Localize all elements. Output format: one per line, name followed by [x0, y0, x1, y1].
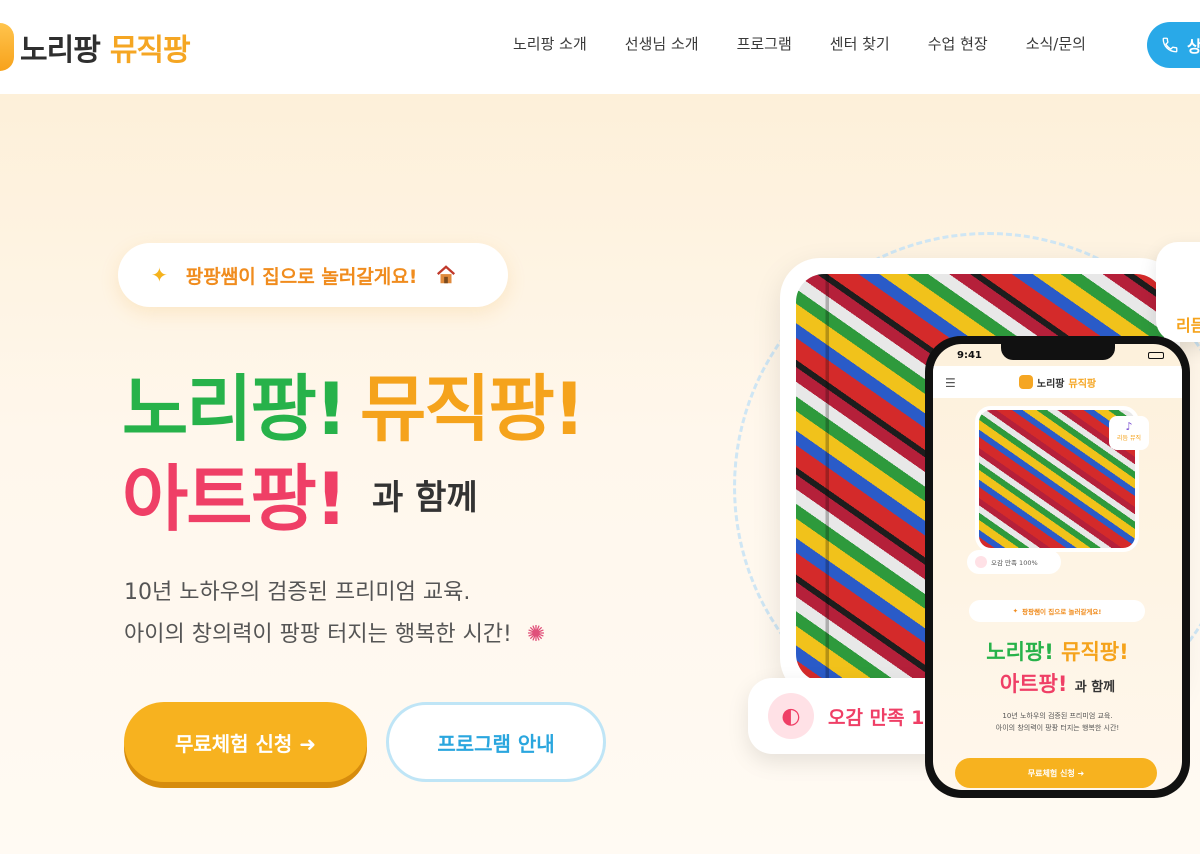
phone-music-card-text: 리듬 뮤직 — [1117, 435, 1141, 442]
consult-call-label: 상 — [1187, 37, 1200, 56]
nav-item-programs[interactable]: 프로그램 — [737, 33, 792, 54]
phone-title-noripang: 노리팡! — [986, 640, 1054, 664]
floating-side-card: 리듬 — [1156, 242, 1200, 342]
nav-item-centers[interactable]: 센터 찾기 — [830, 33, 890, 54]
phone-title-suffix: 과 함께 — [1074, 680, 1116, 695]
hero-title-musicpang: 뮤직팡! — [360, 367, 586, 451]
phone-status-time: 9:41 — [957, 350, 982, 361]
phone-logo-accent: 뮤직팡 — [1068, 378, 1097, 390]
logo-text-main: 노리팡 — [20, 33, 101, 68]
nav-item-teachers[interactable]: 선생님 소개 — [625, 33, 699, 54]
house-icon — [437, 265, 456, 284]
phone-badge-text: 팡팡쌤이 집으로 놀러갈게요! — [1022, 608, 1102, 616]
phone-title-artpang: 아트팡! — [999, 672, 1068, 696]
hero-description-text-2: 아이의 창의력이 팡팡 터지는 행복한 시간! — [124, 622, 512, 647]
phone-sparkle-icon: ✦ — [1012, 607, 1019, 615]
phone-logo-main: 노리팡 — [1036, 378, 1065, 390]
phone-mockup: 9:41 ☰ 노리팡 뮤직팡 ♪ 리듬 뮤직 오감 만족 100% ✦ 팡팡쌤이… — [925, 336, 1190, 798]
palette-icon: ◐ — [768, 693, 814, 739]
hero-badge: ✦ 팡팡쌤이 집으로 놀러갈게요! — [118, 243, 508, 307]
music-note-icon: ♪ — [1125, 420, 1133, 433]
phone-header: ☰ 노리팡 뮤직팡 — [933, 366, 1182, 398]
satisfaction-text: 오감 만족 10 — [828, 706, 938, 729]
phone-notch — [1001, 344, 1115, 360]
nav-item-class-scenes[interactable]: 수업 현장 — [928, 33, 988, 54]
hamburger-menu-icon: ☰ — [945, 376, 956, 390]
phone-logo-mark-icon — [1018, 375, 1033, 389]
phone-title-line-2: 아트팡! 과 함께 — [933, 668, 1182, 698]
hero-title-suffix: 과 함께 — [372, 478, 478, 518]
phone-free-trial-button[interactable]: 무료체험 신청 ➜ — [955, 758, 1157, 788]
phone-satisfaction-text: 오감 만족 100% — [991, 559, 1038, 567]
logo-text-accent: 뮤직팡 — [109, 33, 191, 68]
phone-title-line-1: 노리팡! 뮤직팡! — [933, 636, 1182, 666]
phone-description-line-2: 아이의 창의력이 팡팡 터지는 행복한 시간! — [995, 724, 1120, 732]
party-popper-icon: ✺ — [526, 622, 546, 647]
site-logo[interactable]: 노리팡 뮤직팡 — [0, 22, 191, 72]
side-card-text: 리듬 — [1176, 316, 1200, 335]
main-nav: 노리팡 소개 선생님 소개 프로그램 센터 찾기 수업 현장 소식/문의 — [513, 33, 1086, 54]
phone-hero-badge: ✦ 팡팡쌤이 집으로 놀러갈게요! — [969, 600, 1145, 622]
hero-badge-text: 팡팡쌤이 집으로 놀러갈게요! — [185, 265, 418, 288]
nav-item-news-contact[interactable]: 소식/문의 — [1026, 33, 1086, 54]
logo-mark-icon — [0, 23, 14, 71]
site-header: 노리팡 뮤직팡 노리팡 소개 선생님 소개 프로그램 센터 찾기 수업 현장 소… — [0, 0, 1200, 94]
hero-description-line-2: 아이의 창의력이 팡팡 터지는 행복한 시간! ✺ — [124, 616, 545, 648]
battery-icon — [1148, 352, 1164, 359]
program-guide-button[interactable]: 프로그램 안내 — [386, 702, 606, 782]
free-trial-button[interactable]: 무료체험 신청 ➜ — [124, 702, 367, 782]
phone-music-card: ♪ 리듬 뮤직 — [1109, 416, 1149, 450]
hero-title-artpang: 아트팡! — [122, 457, 348, 541]
phone-description-line-1: 10년 노하우의 검증된 프리미엄 교육. — [1002, 712, 1113, 720]
sparkle-icon: ✦ — [151, 263, 168, 287]
consult-call-button[interactable]: 상 — [1147, 22, 1200, 68]
phone-satisfaction-chip: 오감 만족 100% — [967, 550, 1061, 574]
nav-item-about[interactable]: 노리팡 소개 — [513, 33, 587, 54]
phone-description: 10년 노하우의 검증된 프리미엄 교육. 아이의 창의력이 팡팡 터지는 행복… — [933, 710, 1182, 734]
phone-screen: 9:41 ☰ 노리팡 뮤직팡 ♪ 리듬 뮤직 오감 만족 100% ✦ 팡팡쌤이… — [933, 344, 1182, 790]
phone-palette-icon — [975, 556, 987, 568]
hero-description-line-1: 10년 노하우의 검증된 프리미엄 교육. — [124, 580, 471, 605]
phone-title-musicpang: 뮤직팡! — [1061, 640, 1129, 664]
phone-icon — [1162, 37, 1178, 53]
